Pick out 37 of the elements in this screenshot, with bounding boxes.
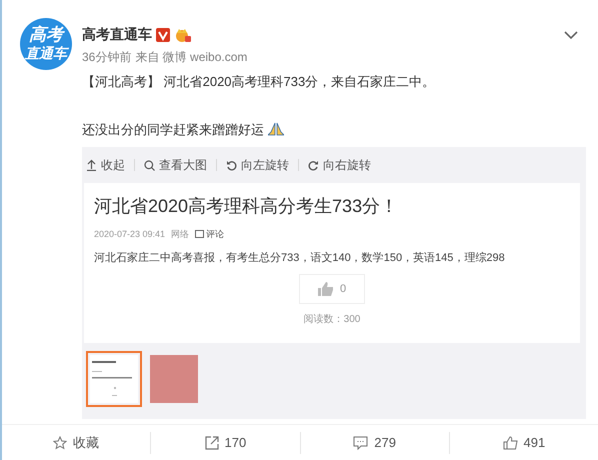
comment-icon <box>195 230 204 240</box>
post-time[interactable]: 36分钟前 <box>82 48 132 66</box>
comment-icon <box>353 436 368 450</box>
author-name[interactable]: 高考直通车 <box>82 24 152 45</box>
collapse-button[interactable]: 收起 <box>86 156 125 174</box>
article-title: 河北省2020高考理科高分考生733分！ <box>94 195 400 218</box>
rotate-right-icon <box>308 160 319 170</box>
praying-hands-icon <box>268 122 284 136</box>
share-icon <box>204 436 219 450</box>
star-icon <box>53 436 68 450</box>
comment-link: 评论 <box>206 228 224 241</box>
thumbs-up-icon <box>318 282 334 296</box>
post-text: 【河北高考】 河北省2020高考理科733分，来自石家庄二中。 <box>82 73 436 91</box>
photo-placeholder <box>150 355 198 403</box>
rotate-left-icon <box>226 160 237 170</box>
post-source: 来自 微博 weibo.com <box>135 49 248 66</box>
like-button: 0 <box>299 274 365 304</box>
search-icon <box>144 160 155 170</box>
article-date: 2020-07-23 09:41 <box>94 228 166 241</box>
repost-button[interactable]: 170 <box>151 432 300 452</box>
dropdown-chevron-icon[interactable] <box>564 30 578 40</box>
post-text: 还没出分的同学赶紧来蹭蹭好运 <box>82 120 264 138</box>
like-button[interactable]: 491 <box>450 432 598 452</box>
article-screenshot[interactable]: 河北省2020高考理科高分考生733分！ 2020-07-23 09:41 网络 评论 河北石家庄二中高考喜报，有考生总分733，语文140，数学150，英语145，理综298 0 阅读数：300 <box>84 183 580 343</box>
article-body: 河北石家庄二中高考喜报，有考生总分733，语文140，数学150，英语145，理综298 <box>94 250 506 266</box>
upload-arrow-icon <box>86 159 97 171</box>
article-preview-drawing <box>90 355 138 403</box>
thumbs-up-icon <box>502 436 518 450</box>
comment-button[interactable]: 279 <box>300 432 449 452</box>
rotate-left-button[interactable]: 向左旋转 <box>226 156 289 174</box>
image-thumbnail[interactable] <box>86 351 142 407</box>
rotate-right-button[interactable]: 向右旋转 <box>308 156 371 174</box>
favorite-button[interactable]: 收藏 <box>2 432 150 452</box>
read-count: 阅读数：300 <box>304 312 360 327</box>
zoom-button[interactable]: 查看大图 <box>144 156 207 174</box>
verified-icon <box>156 28 170 42</box>
article-tag: 网络 <box>171 228 190 242</box>
